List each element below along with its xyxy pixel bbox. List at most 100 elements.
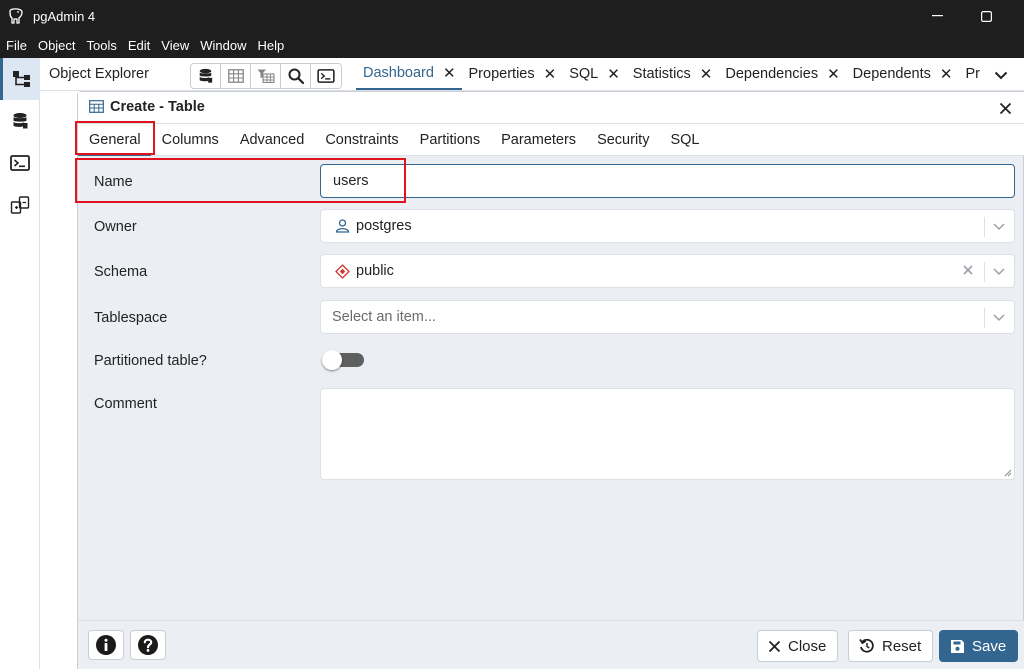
menu-object[interactable]: Object <box>32 38 81 53</box>
psql-tool-nav[interactable] <box>0 142 40 184</box>
close-icon[interactable]: ✕ <box>700 65 713 83</box>
terminal-icon <box>317 69 335 83</box>
schema-icon <box>335 264 350 279</box>
close-icon <box>768 640 781 652</box>
dialog-title: Create - Table <box>110 99 205 115</box>
menu-bar: File Object Tools Edit View Window Help <box>0 32 1024 58</box>
tab-dependencies[interactable]: Dependencies ✕ <box>718 58 845 90</box>
reset-button[interactable]: Reset <box>848 630 934 662</box>
owner-label: Owner <box>94 219 137 235</box>
schema-select[interactable]: public <box>320 254 1015 288</box>
tab-security[interactable]: Security <box>586 124 659 156</box>
save-button[interactable]: Save <box>939 630 1019 662</box>
dialog-header: Create - Table <box>78 92 1024 124</box>
user-icon <box>335 219 350 233</box>
tab-sql[interactable]: SQL ✕ <box>562 58 626 90</box>
elephant-icon <box>9 8 23 24</box>
close-icon[interactable]: ✕ <box>940 65 953 83</box>
tab-properties[interactable]: Properties ✕ <box>462 58 563 90</box>
tab-partitions[interactable]: Partitions <box>409 124 490 156</box>
name-input[interactable]: users <box>320 164 1015 198</box>
info-button[interactable] <box>88 630 124 660</box>
window-title: pgAdmin 4 <box>33 8 96 24</box>
tab-dependents[interactable]: Dependents ✕ <box>846 58 959 90</box>
tab-constraints[interactable]: Constraints <box>314 124 408 156</box>
tab-label: SQL <box>569 66 599 82</box>
create-table-dialog: Create - Table General Columns Advanced … <box>77 91 1024 669</box>
window-titlebar: pgAdmin 4 <box>0 0 1024 32</box>
help-icon <box>138 635 158 655</box>
database-icon <box>13 113 28 129</box>
object-explorer-label: Object Explorer <box>49 66 149 82</box>
close-icon[interactable]: ✕ <box>544 65 557 83</box>
chevron-down-icon[interactable] <box>992 310 1006 324</box>
select-separator <box>984 217 985 237</box>
tab-dashboard[interactable]: Dashboard ✕ <box>356 58 462 90</box>
chevron-down-icon <box>994 71 1008 79</box>
dialog-tabs: General Columns Advanced Constraints Par… <box>78 124 1024 156</box>
toggle-knob <box>322 350 342 370</box>
select-separator <box>984 262 985 282</box>
tablespace-placeholder: Select an item... <box>332 309 436 325</box>
tab-columns[interactable]: Columns <box>151 124 229 156</box>
tab-sql[interactable]: SQL <box>659 124 709 156</box>
menu-file[interactable]: File <box>0 38 32 53</box>
menu-help[interactable]: Help <box>252 38 290 53</box>
table-icon <box>227 69 244 83</box>
search-objects-button[interactable] <box>281 64 311 88</box>
close-icon[interactable]: ✕ <box>827 65 840 83</box>
tab-label: Pr <box>965 66 980 82</box>
maximize-icon <box>980 10 992 22</box>
main-tabs: Dashboard ✕ Properties ✕ SQL ✕ Statistics ✕ … <box>356 58 986 90</box>
comment-label: Comment <box>94 396 157 412</box>
tablespace-select[interactable]: Select an item... <box>320 300 1015 334</box>
maximize-button[interactable] <box>963 0 1009 32</box>
tab-label: Dependents <box>852 66 931 82</box>
name-value: users <box>333 173 369 189</box>
filter-table-icon <box>257 69 275 83</box>
close-icon <box>999 102 1011 114</box>
more-tabs-button[interactable] <box>990 64 1012 86</box>
tab-statistics[interactable]: Statistics ✕ <box>626 58 719 90</box>
clear-icon[interactable] <box>962 264 974 276</box>
close-icon[interactable]: ✕ <box>443 64 456 82</box>
filter-rows-button[interactable] <box>251 64 281 88</box>
tab-label: Dependencies <box>725 66 819 82</box>
tab-general[interactable]: General <box>78 124 151 156</box>
save-label: Save <box>972 637 1007 655</box>
schema-diff-nav[interactable] <box>0 184 40 226</box>
tab-parameters[interactable]: Parameters <box>490 124 586 156</box>
psql-tool-button[interactable] <box>311 64 341 88</box>
menu-edit[interactable]: Edit <box>122 38 155 53</box>
menu-view[interactable]: View <box>155 38 194 53</box>
tab-processes[interactable]: Pr <box>958 58 986 90</box>
chevron-down-icon[interactable] <box>992 219 1006 233</box>
close-icon[interactable]: ✕ <box>607 65 620 83</box>
query-tool-button[interactable] <box>191 64 221 88</box>
comment-textarea[interactable] <box>320 388 1015 480</box>
schema-label: Schema <box>94 264 148 280</box>
name-label: Name <box>94 174 133 190</box>
partitioned-toggle[interactable] <box>322 350 364 370</box>
tablespace-label: Tablespace <box>94 310 168 326</box>
dialog-footer: Close Reset Save <box>78 620 1024 669</box>
dialog-close-button[interactable] <box>995 98 1015 118</box>
close-button[interactable]: Close <box>757 630 839 662</box>
query-tool-nav[interactable] <box>0 100 40 142</box>
view-data-button[interactable] <box>221 64 251 88</box>
minimize-button[interactable] <box>914 0 960 32</box>
menu-tools[interactable]: Tools <box>81 38 122 53</box>
partitioned-label: Partitioned table? <box>94 353 207 369</box>
table-icon <box>89 100 104 113</box>
object-explorer-nav[interactable] <box>0 58 40 100</box>
info-icon <box>96 635 116 655</box>
chevron-down-icon[interactable] <box>992 264 1006 278</box>
activity-bar <box>0 58 40 669</box>
select-separator <box>984 308 985 328</box>
help-button[interactable] <box>130 630 166 660</box>
tab-advanced[interactable]: Advanced <box>229 124 315 156</box>
menu-window[interactable]: Window <box>194 38 251 53</box>
owner-select[interactable]: postgres <box>320 209 1015 243</box>
resize-grip-icon[interactable] <box>1003 468 1012 477</box>
owner-value: postgres <box>356 218 412 234</box>
